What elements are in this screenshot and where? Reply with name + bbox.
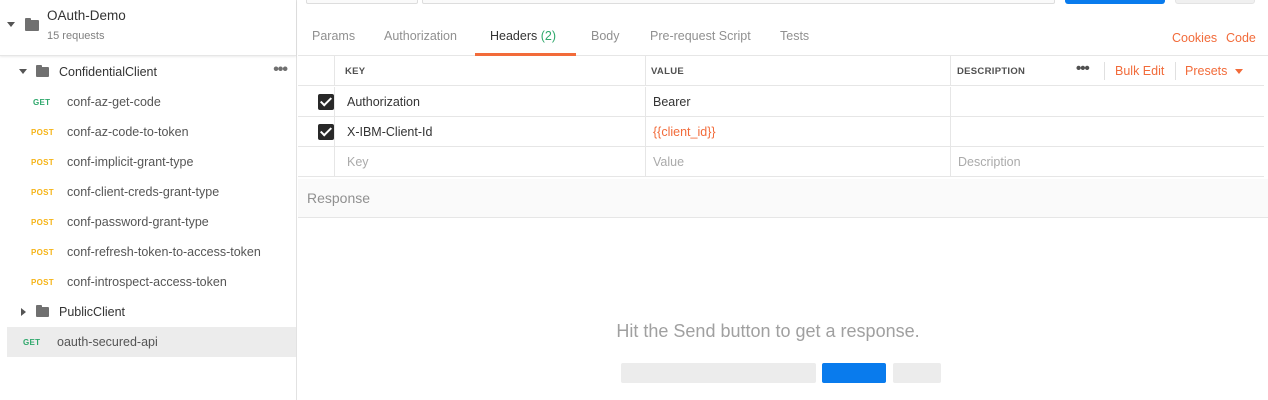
folder-public-client[interactable]: PublicClient xyxy=(0,297,296,327)
header-value-variable: {{client_id}} xyxy=(653,125,716,139)
request-item[interactable]: POST conf-password-grant-type xyxy=(0,207,296,237)
method-badge: GET xyxy=(23,338,41,347)
empty-response-message: Hit the Send button to get a response. xyxy=(616,321,920,341)
folder-icon xyxy=(36,305,49,317)
table-row: X-IBM-Client-Id {{client_id}} xyxy=(298,117,1264,147)
table-header-row: KEY VALUE DESCRIPTION ••• Bulk Edit Pres… xyxy=(298,56,1264,86)
placeholder-block xyxy=(893,363,941,383)
divider xyxy=(1175,62,1176,80)
placeholder-send-block xyxy=(822,363,886,383)
placeholder-bar xyxy=(621,363,816,383)
code-link[interactable]: Code xyxy=(1226,31,1256,45)
cookies-link[interactable]: Cookies xyxy=(1172,31,1217,45)
bulk-edit-link[interactable]: Bulk Edit xyxy=(1115,64,1164,78)
folder-caret-down-icon[interactable] xyxy=(19,69,27,74)
key-column-label: KEY xyxy=(345,66,366,77)
table-row-new: Key Value Description xyxy=(298,147,1264,177)
request-item[interactable]: POST conf-implicit-grant-type xyxy=(0,147,296,177)
request-item[interactable]: POST conf-introspect-access-token xyxy=(0,267,296,297)
header-key: X-IBM-Client-Id xyxy=(347,125,433,139)
tab-tests[interactable]: Tests xyxy=(780,29,809,43)
request-name: conf-introspect-access-token xyxy=(67,275,227,289)
save-button[interactable] xyxy=(1175,0,1255,4)
divider xyxy=(1104,62,1105,80)
value-cell[interactable]: Bearer xyxy=(645,87,950,117)
request-name: conf-refresh-token-to-access-token xyxy=(67,245,261,259)
method-badge: POST xyxy=(31,188,54,197)
request-name: conf-implicit-grant-type xyxy=(67,155,194,169)
response-label: Response xyxy=(307,190,371,206)
tab-headers[interactable]: Headers (2) xyxy=(490,29,556,43)
presets-caret-icon[interactable] xyxy=(1235,69,1243,74)
header-enabled-checkbox[interactable] xyxy=(318,94,334,110)
method-badge: POST xyxy=(31,218,54,227)
header-enabled-checkbox[interactable] xyxy=(318,124,334,140)
collection-folder-icon xyxy=(25,18,39,31)
key-placeholder: Key xyxy=(347,155,369,169)
description-cell[interactable] xyxy=(950,87,1264,117)
request-name: oauth-secured-api xyxy=(57,335,158,349)
folder-name: ConfidentialClient xyxy=(59,65,157,79)
folder-name: PublicClient xyxy=(59,305,126,319)
folder-icon xyxy=(36,65,49,77)
header-key: Authorization xyxy=(347,95,420,109)
method-badge: POST xyxy=(31,278,54,287)
request-name: conf-az-code-to-token xyxy=(67,125,189,139)
request-item[interactable]: POST conf-client-creds-grant-type xyxy=(0,177,296,207)
value-cell[interactable]: {{client_id}} xyxy=(645,117,950,147)
headers-count-badge: (2) xyxy=(540,29,557,43)
request-item[interactable]: GET conf-az-get-code xyxy=(0,87,296,117)
description-placeholder: Description xyxy=(958,155,1021,169)
request-name: conf-az-get-code xyxy=(67,95,161,109)
method-badge: GET xyxy=(33,98,51,107)
value-input[interactable]: Value xyxy=(645,147,950,177)
value-column-header: VALUE xyxy=(645,56,950,86)
tab-params[interactable]: Params xyxy=(312,29,355,43)
url-input[interactable] xyxy=(422,0,1055,4)
header-value: Bearer xyxy=(653,95,691,109)
method-badge: POST xyxy=(31,128,54,137)
tab-body[interactable]: Body xyxy=(591,29,620,43)
tab-authorization[interactable]: Authorization xyxy=(384,29,457,43)
value-column-label: VALUE xyxy=(651,66,684,77)
tab-pre-request-script[interactable]: Pre-request Script xyxy=(650,29,751,43)
postman-app: OAuth-Demo 15 requests ConfidentialClien… xyxy=(0,0,1268,400)
value-placeholder: Value xyxy=(653,155,685,169)
description-cell[interactable] xyxy=(950,117,1264,147)
key-column-header: KEY xyxy=(334,56,645,86)
collapse-caret-icon[interactable] xyxy=(7,22,15,27)
description-column-header: DESCRIPTION ••• Bulk Edit Presets xyxy=(950,56,1264,86)
method-select[interactable] xyxy=(306,0,418,4)
key-cell[interactable]: Authorization xyxy=(334,87,645,117)
send-button[interactable] xyxy=(1065,0,1165,4)
more-options-icon[interactable]: ••• xyxy=(1076,60,1090,77)
collection-request-count: 15 requests xyxy=(47,30,105,42)
collection-header[interactable]: OAuth-Demo 15 requests xyxy=(0,0,296,56)
folder-more-icon[interactable]: ••• xyxy=(273,61,288,79)
request-item[interactable]: POST conf-refresh-token-to-access-token xyxy=(0,237,296,267)
description-input[interactable]: Description xyxy=(950,147,1264,177)
collection-name: OAuth-Demo xyxy=(47,8,126,23)
request-item[interactable]: POST conf-az-code-to-token xyxy=(0,117,296,147)
request-tabs: Params Authorization Headers (2) Body Pr… xyxy=(298,20,1268,56)
sidebar: OAuth-Demo 15 requests ConfidentialClien… xyxy=(0,0,297,400)
response-header: Response xyxy=(298,179,1268,218)
tab-headers-label: Headers xyxy=(490,29,538,43)
url-bar-strip xyxy=(298,0,1268,14)
request-name: conf-client-creds-grant-type xyxy=(67,185,220,199)
folder-confidential-client[interactable]: ConfidentialClient ••• xyxy=(0,57,296,87)
description-column-label: DESCRIPTION xyxy=(957,66,1026,77)
presets-dropdown[interactable]: Presets xyxy=(1185,64,1227,78)
folder-caret-right-icon[interactable] xyxy=(21,308,26,316)
table-row: Authorization Bearer xyxy=(298,87,1264,117)
request-item-selected[interactable]: GET oauth-secured-api xyxy=(7,327,296,357)
key-cell[interactable]: X-IBM-Client-Id xyxy=(334,117,645,147)
method-badge: POST xyxy=(31,248,54,257)
method-badge: POST xyxy=(31,158,54,167)
key-input[interactable]: Key xyxy=(334,147,645,177)
request-name: conf-password-grant-type xyxy=(67,215,209,229)
request-editor: Params Authorization Headers (2) Body Pr… xyxy=(298,0,1268,400)
